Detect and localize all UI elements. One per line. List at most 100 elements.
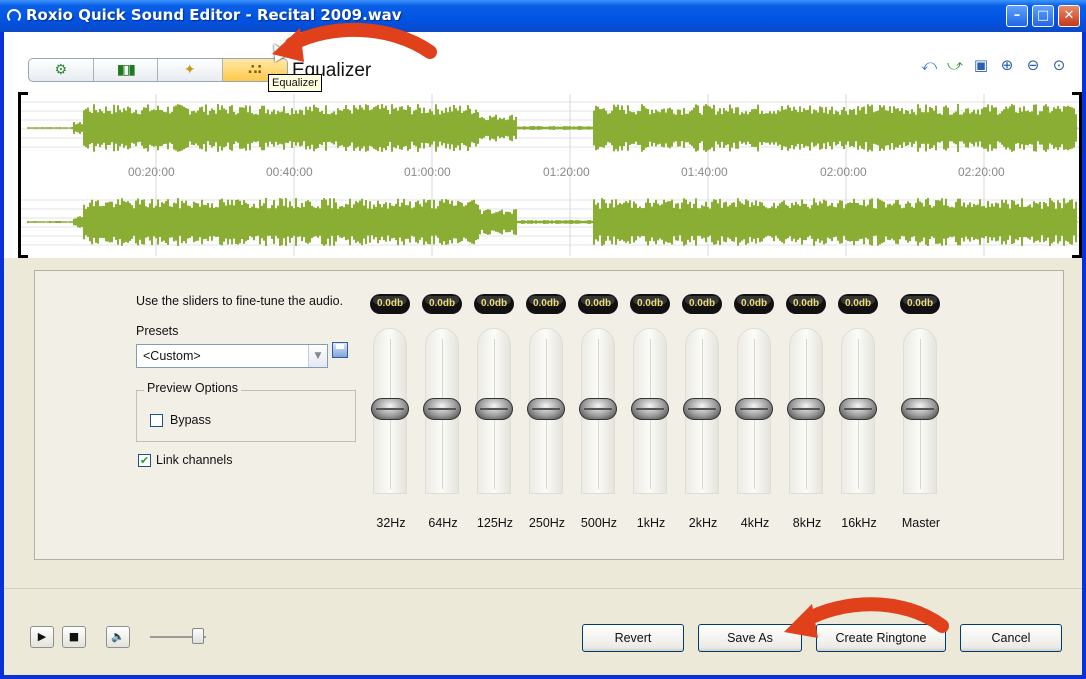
view-tools: ⤺ ⤻ ▣ ⊕ ⊖ ⊙	[920, 56, 1068, 74]
divider	[4, 588, 1082, 589]
tab-effects[interactable]: ✦	[158, 59, 223, 81]
timeline-ruler: 00:20:00 00:40:00 01:00:00 01:20:00 01:40:00…	[18, 165, 1082, 181]
title-bar[interactable]: Roxio Quick Sound Editor - Recital 2009.…	[0, 0, 1086, 32]
create-ringtone-button[interactable]: Create Ringtone	[816, 624, 946, 652]
preset-value: <Custom>	[143, 349, 201, 363]
db-readout: 0.0db	[786, 294, 826, 314]
tab-waveform[interactable]: ▮▯▮	[94, 59, 158, 81]
zoom-out-icon[interactable]: ⊖	[1024, 56, 1042, 74]
edit-tools-icon: ⚙	[54, 62, 68, 78]
toolbar: ⚙ ▮▯▮ ✦ ∴∶ Equalizer ⤺ ⤻ ▣ ⊕ ⊖ ⊙	[4, 32, 1082, 90]
cancel-button[interactable]: Cancel	[960, 624, 1062, 652]
stop-icon: ■	[68, 630, 80, 643]
eq-band-64hz: 0.0db 64Hz	[420, 294, 466, 530]
volume-button[interactable]: 🔈	[106, 626, 130, 648]
window-title: Roxio Quick Sound Editor - Recital 2009.…	[26, 6, 402, 24]
band-label: Master	[901, 516, 941, 530]
eq-band-250hz: 0.0db 250Hz	[524, 294, 570, 530]
equalizer-icon: ∴∶	[247, 62, 262, 78]
eq-band-8khz: 0.0db 8kHz	[784, 294, 830, 530]
save-as-button[interactable]: Save As	[698, 624, 802, 652]
link-channels-checkbox[interactable]: ✔	[138, 454, 151, 467]
band-label: 1kHz	[636, 516, 666, 530]
help-text: Use the sliders to fine-tune the audio.	[136, 294, 344, 308]
redo-icon[interactable]: ⤻	[946, 56, 964, 74]
main-content: ⚙ ▮▯▮ ✦ ∴∶ Equalizer ⤺ ⤻ ▣ ⊕ ⊖ ⊙ 00:20:0…	[4, 32, 1082, 675]
selection-start-bracket[interactable]	[18, 92, 28, 258]
band-label: 250Hz	[528, 516, 566, 530]
timeline-tick: 02:00:00	[820, 165, 867, 179]
selection-end-bracket[interactable]	[1072, 92, 1082, 258]
band-label: 2kHz	[688, 516, 718, 530]
eq-band-125hz: 0.0db 125Hz	[472, 294, 518, 530]
play-button[interactable]: ▶	[30, 626, 54, 648]
timeline-tick: 00:20:00	[128, 165, 175, 179]
volume-slider-thumb[interactable]	[191, 628, 204, 644]
band-label: 64Hz	[428, 516, 458, 530]
revert-button[interactable]: Revert	[582, 624, 684, 652]
magic-wand-icon: ✦	[183, 62, 196, 78]
db-readout: 0.0db	[526, 294, 566, 314]
bypass-checkbox[interactable]	[150, 414, 163, 427]
mode-tabs: ⚙ ▮▯▮ ✦ ∴∶	[28, 58, 288, 82]
timeline-tick: 01:40:00	[681, 165, 728, 179]
timeline-tick: 02:20:00	[958, 165, 1005, 179]
eq-band-32hz: 0.0db 32Hz	[368, 294, 414, 530]
band-label: 125Hz	[476, 516, 514, 530]
eq-band-4khz: 0.0db 4kHz	[732, 294, 778, 530]
band-label: 500Hz	[580, 516, 618, 530]
timeline-tick: 01:00:00	[404, 165, 451, 179]
eq-slider-knob[interactable]	[683, 398, 721, 420]
bypass-label: Bypass	[170, 413, 211, 427]
db-readout: 0.0db	[734, 294, 774, 314]
presets-dropdown[interactable]: <Custom> ▼	[136, 344, 328, 368]
db-readout: 0.0db	[474, 294, 514, 314]
eq-band-16khz: 0.0db 16kHz	[836, 294, 882, 530]
eq-slider-knob[interactable]	[631, 398, 669, 420]
db-readout: 0.0db	[838, 294, 878, 314]
waveform-icon: ▮▯▮	[116, 62, 136, 78]
zoom-selection-icon[interactable]: ▣	[972, 56, 990, 74]
band-label: 4kHz	[740, 516, 770, 530]
eq-band-2khz: 0.0db 2kHz	[680, 294, 726, 530]
save-preset-icon[interactable]	[332, 342, 348, 358]
db-readout: 0.0db	[370, 294, 410, 314]
eq-slider-knob[interactable]	[735, 398, 773, 420]
zoom-fit-icon[interactable]: ⊙	[1050, 56, 1068, 74]
chevron-down-icon[interactable]: ▼	[308, 345, 327, 367]
maximize-button[interactable]: □	[1032, 5, 1054, 27]
band-label: 8kHz	[792, 516, 822, 530]
db-readout: 0.0db	[422, 294, 462, 314]
eq-band-1khz: 0.0db 1kHz	[628, 294, 674, 530]
link-channels-label: Link channels	[156, 453, 233, 467]
play-icon: ▶	[37, 630, 47, 643]
db-readout: 0.0db	[900, 294, 940, 314]
zoom-in-icon[interactable]: ⊕	[998, 56, 1016, 74]
timeline-tick: 00:40:00	[266, 165, 313, 179]
eq-slider-knob[interactable]	[579, 398, 617, 420]
preview-options-group	[136, 390, 356, 442]
headphones-icon	[7, 9, 21, 23]
db-readout: 0.0db	[578, 294, 618, 314]
eq-slider-knob[interactable]	[475, 398, 513, 420]
eq-band-500hz: 0.0db 500Hz	[576, 294, 622, 530]
eq-slider-knob[interactable]	[839, 398, 877, 420]
minimize-button[interactable]: –	[1006, 5, 1028, 27]
db-readout: 0.0db	[682, 294, 722, 314]
eq-slider-knob[interactable]	[787, 398, 825, 420]
band-label: 16kHz	[841, 516, 877, 530]
timeline-tick: 01:20:00	[543, 165, 590, 179]
preview-options-label: Preview Options	[144, 381, 242, 395]
eq-slider-knob[interactable]	[901, 398, 939, 420]
eq-slider-knob[interactable]	[527, 398, 565, 420]
eq-band-master: 0.0db Master	[898, 294, 944, 530]
eq-slider-knob[interactable]	[423, 398, 461, 420]
eq-slider-knob[interactable]	[371, 398, 409, 420]
stop-button[interactable]: ■	[62, 626, 86, 648]
close-button[interactable]: ✕	[1058, 5, 1080, 27]
speaker-icon: 🔈	[111, 630, 125, 643]
presets-label: Presets	[136, 324, 179, 338]
tab-edit[interactable]: ⚙	[29, 59, 94, 81]
tooltip: Equalizer	[268, 74, 322, 92]
undo-icon[interactable]: ⤺	[920, 56, 938, 74]
